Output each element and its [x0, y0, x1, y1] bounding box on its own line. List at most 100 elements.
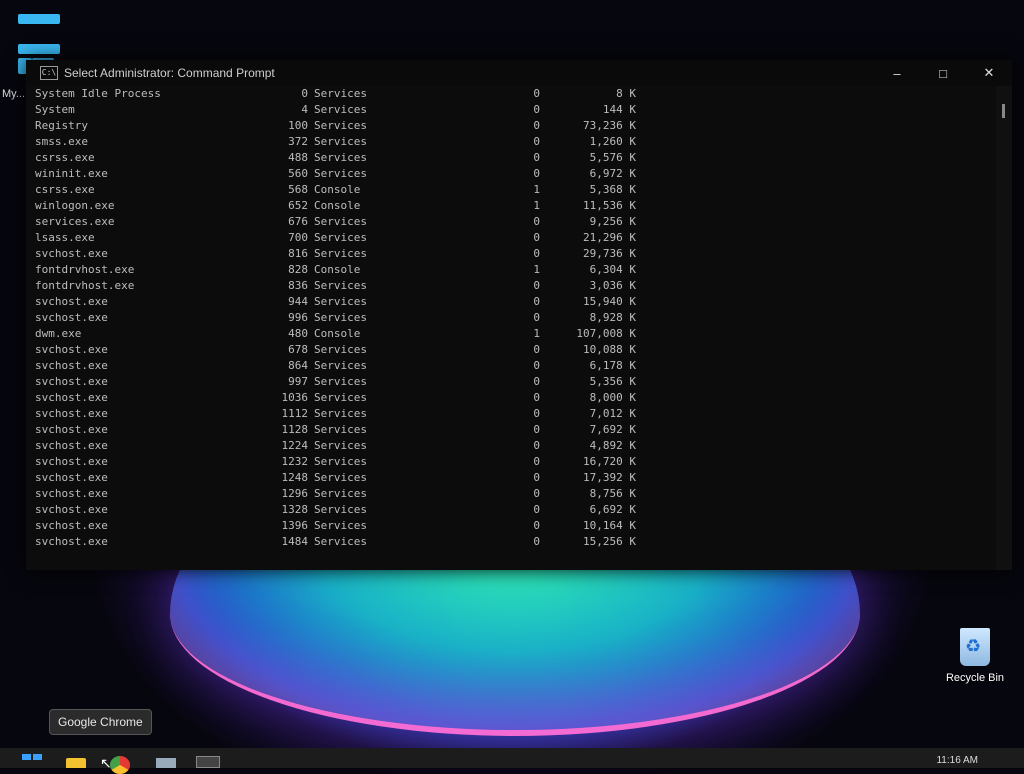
process-session: Services [314, 343, 367, 356]
file-explorer-icon[interactable] [66, 758, 86, 768]
recycle-bin-label: Recycle Bin [945, 672, 1005, 684]
process-name: csrss.exe [35, 183, 95, 196]
process-memory: 6,692 K [589, 503, 636, 516]
process-session: Services [314, 279, 367, 292]
process-name: svchost.exe [35, 407, 108, 420]
process-row: svchost.exe 1328 Services 0 6,692 K [26, 502, 996, 518]
process-memory: 7,692 K [589, 423, 636, 436]
process-pid: 816 [288, 247, 308, 260]
process-memory: 6,304 K [589, 263, 636, 276]
process-pid: 100 [288, 119, 308, 132]
process-name: winlogon.exe [35, 199, 115, 212]
taskbar-app-icon[interactable] [156, 758, 176, 768]
process-session-number: 0 [533, 119, 540, 132]
process-session: Services [314, 119, 367, 132]
process-session: Services [314, 167, 367, 180]
process-memory: 1,260 K [589, 135, 636, 148]
process-row: svchost.exe 1036 Services 0 8,000 K [26, 390, 996, 406]
process-memory: 5,356 K [589, 375, 636, 388]
process-pid: 1328 [281, 503, 309, 516]
desktop-shortcut-label[interactable]: My... [2, 88, 25, 100]
recycle-bin-shortcut[interactable]: Recycle Bin [940, 628, 1010, 684]
process-row: svchost.exe 1484 Services 0 15,256 K [26, 534, 996, 550]
process-pid: 652 [288, 199, 308, 212]
process-memory: 8 K [616, 87, 636, 100]
process-session-number: 0 [533, 471, 540, 484]
process-row: svchost.exe 1296 Services 0 8,756 K [26, 486, 996, 502]
process-row: System Idle Process 0 Services 0 8 K [26, 86, 996, 102]
command-prompt-taskbar-icon[interactable] [196, 756, 220, 768]
process-pid: 700 [288, 231, 308, 244]
process-row: smss.exe 372 Services 0 1,260 K [26, 134, 996, 150]
process-session-number: 1 [533, 199, 540, 212]
process-row: Registry 100 Services 0 73,236 K [26, 118, 996, 134]
command-prompt-icon: C:\ [40, 66, 58, 80]
process-session: Services [314, 215, 367, 228]
process-name: svchost.exe [35, 311, 108, 324]
process-row: csrss.exe 568 Console 1 5,368 K [26, 182, 996, 198]
window-titlebar[interactable]: C:\ Select Administrator: Command Prompt… [26, 60, 1012, 86]
process-pid: 996 [288, 311, 308, 324]
process-pid: 4 [301, 103, 308, 116]
process-memory: 10,164 K [583, 519, 636, 532]
process-pid: 568 [288, 183, 308, 196]
process-memory: 10,088 K [583, 343, 636, 356]
process-session: Console [314, 263, 361, 276]
process-session-number: 0 [533, 519, 540, 532]
process-memory: 15,940 K [583, 295, 636, 308]
process-session-number: 0 [533, 279, 540, 292]
process-pid: 480 [288, 327, 308, 340]
process-session-number: 0 [533, 247, 540, 260]
process-row: svchost.exe 944 Services 0 15,940 K [26, 294, 996, 310]
process-name: fontdrvhost.exe [35, 279, 135, 292]
process-session-number: 0 [533, 231, 540, 244]
process-session: Services [314, 487, 367, 500]
process-name: svchost.exe [35, 423, 108, 436]
process-session: Services [314, 423, 367, 436]
process-session: Console [314, 199, 361, 212]
process-session: Services [314, 87, 367, 100]
process-row: csrss.exe 488 Services 0 5,576 K [26, 150, 996, 166]
process-session-number: 0 [533, 503, 540, 516]
process-pid: 1112 [281, 407, 309, 420]
process-session: Services [314, 103, 367, 116]
system-clock[interactable]: 11:16 AM [936, 755, 978, 766]
process-memory: 7,012 K [589, 407, 636, 420]
process-session-number: 0 [533, 135, 540, 148]
maximize-button[interactable]: □ [920, 60, 966, 86]
process-pid: 1484 [281, 535, 309, 548]
google-chrome-icon[interactable] [110, 756, 130, 774]
scrollbar-thumb[interactable] [1002, 104, 1005, 118]
process-memory: 15,256 K [583, 535, 636, 548]
process-pid: 864 [288, 359, 308, 372]
process-session-number: 0 [533, 487, 540, 500]
process-row: svchost.exe 816 Services 0 29,736 K [26, 246, 996, 262]
process-name: svchost.exe [35, 359, 108, 372]
process-row: wininit.exe 560 Services 0 6,972 K [26, 166, 996, 182]
process-pid: 1248 [281, 471, 309, 484]
process-row: fontdrvhost.exe 836 Services 0 3,036 K [26, 278, 996, 294]
process-pid: 1396 [281, 519, 309, 532]
process-session: Services [314, 311, 367, 324]
process-session: Services [314, 535, 367, 548]
process-row: services.exe 676 Services 0 9,256 K [26, 214, 996, 230]
console-output[interactable]: System Idle Process 0 Services 0 8 K System 4 S… [26, 86, 996, 570]
minimize-button[interactable]: – [874, 60, 920, 86]
windows-start-icon[interactable] [22, 754, 42, 768]
process-session-number: 0 [533, 391, 540, 404]
process-session: Services [314, 519, 367, 532]
app-shortcut-icon[interactable] [18, 14, 60, 44]
process-session-number: 0 [533, 87, 540, 100]
process-session: Services [314, 151, 367, 164]
process-name: services.exe [35, 215, 115, 228]
close-button[interactable]: ✕ [966, 60, 1012, 86]
process-pid: 488 [288, 151, 308, 164]
process-name: wininit.exe [35, 167, 108, 180]
process-session: Services [314, 375, 367, 388]
process-session-number: 0 [533, 167, 540, 180]
process-memory: 9,256 K [589, 215, 636, 228]
command-prompt-window[interactable]: C:\ Select Administrator: Command Prompt… [26, 60, 1012, 570]
console-scrollbar[interactable] [996, 86, 1012, 570]
process-row: fontdrvhost.exe 828 Console 1 6,304 K [26, 262, 996, 278]
process-name: svchost.exe [35, 519, 108, 532]
